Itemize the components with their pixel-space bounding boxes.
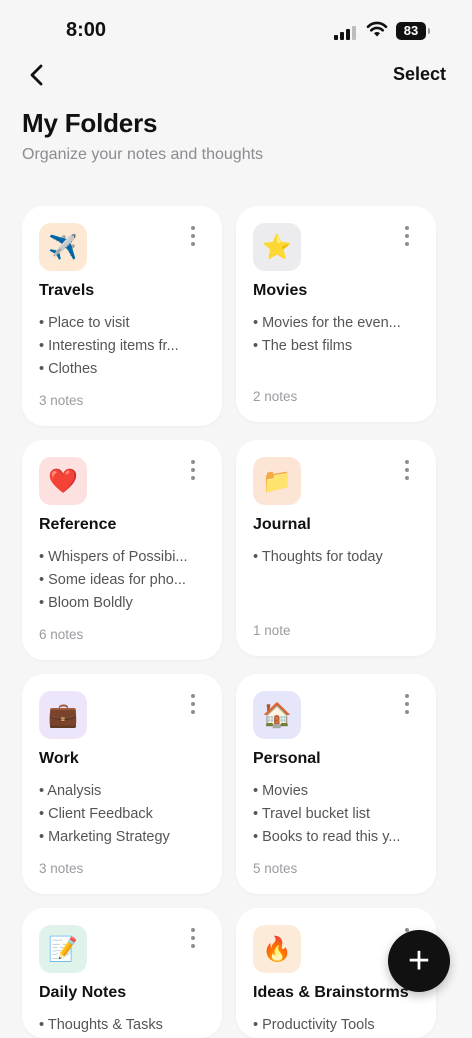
folder-card-personal[interactable]: 🏠 Personal • Movies • Travel bucket list… — [236, 674, 436, 894]
page-title: My Folders — [22, 108, 158, 138]
memo-icon: 📝 — [39, 925, 87, 973]
more-options-icon[interactable] — [188, 694, 198, 716]
star-icon: ⭐ — [253, 223, 301, 271]
folder-title: Daily Notes — [39, 984, 127, 1001]
more-options-icon[interactable] — [402, 460, 412, 482]
folder-preview-list: • Analysis • Client Feedback • Marketing… — [39, 780, 205, 849]
folder-preview-list: • Productivity Tools — [253, 1014, 419, 1037]
folder-preview-list: • Thoughts for today — [253, 546, 419, 569]
preview-item: • Some ideas for pho... — [39, 572, 186, 588]
folder-card-work[interactable]: 💼 Work • Analysis • Client Feedback • Ma… — [22, 674, 222, 894]
folder-card-movies[interactable]: ⭐ Movies • Movies for the even... • The … — [236, 206, 436, 422]
note-count: 3 notes — [39, 393, 84, 408]
folder-preview-list: • Whispers of Possibi... • Some ideas fo… — [39, 546, 205, 615]
more-options-icon[interactable] — [188, 928, 198, 950]
note-count: 3 notes — [39, 861, 84, 876]
page-subtitle: Organize your notes and thoughts — [22, 146, 264, 163]
note-count: 6 notes — [39, 627, 84, 642]
folder-card-daily-notes[interactable]: 📝 Daily Notes • Thoughts & Tasks — [22, 908, 222, 1038]
folder-card-reference[interactable]: ❤️ Reference • Whispers of Possibi... • … — [22, 440, 222, 660]
note-count: 2 notes — [253, 389, 298, 404]
preview-item: • Whispers of Possibi... — [39, 549, 188, 565]
preview-item: • Client Feedback — [39, 806, 153, 822]
preview-item: • Productivity Tools — [253, 1017, 375, 1033]
preview-item: • The best films — [253, 338, 353, 354]
preview-item: • Thoughts for today — [253, 549, 383, 565]
folder-card-travels[interactable]: ✈️ Travels • Place to visit • Interestin… — [22, 206, 222, 426]
add-folder-button[interactable]: + — [388, 930, 450, 992]
folder-preview-list: • Thoughts & Tasks — [39, 1014, 205, 1037]
fire-icon: 🔥 — [253, 925, 301, 973]
preview-item: • Analysis — [39, 783, 102, 799]
folder-title: Movies — [253, 282, 308, 299]
preview-item: • Books to read this y... — [253, 829, 401, 845]
preview-item: • Movies for the even... — [253, 315, 401, 331]
folder-icon: 📁 — [253, 457, 301, 505]
folder-preview-list: • Movies • Travel bucket list • Books to… — [253, 780, 419, 849]
wifi-icon — [366, 21, 388, 37]
airplane-icon: ✈️ — [39, 223, 87, 271]
select-button[interactable]: Select — [393, 64, 446, 85]
preview-item: • Bloom Boldly — [39, 595, 133, 611]
preview-item: • Place to visit — [39, 315, 130, 331]
folder-card-journal[interactable]: 📁 Journal • Thoughts for today 1 note — [236, 440, 436, 656]
cellular-signal-icon — [334, 24, 358, 40]
heart-icon: ❤️ — [39, 457, 87, 505]
briefcase-icon: 💼 — [39, 691, 87, 739]
note-count: 1 note — [253, 623, 291, 638]
preview-item: • Thoughts & Tasks — [39, 1017, 163, 1033]
preview-item: • Clothes — [39, 361, 98, 377]
plus-icon: + — [407, 939, 431, 982]
back-chevron-icon[interactable] — [22, 60, 52, 90]
more-options-icon[interactable] — [402, 694, 412, 716]
more-options-icon[interactable] — [188, 226, 198, 248]
folder-preview-list: • Place to visit • Interesting items fr.… — [39, 312, 205, 381]
folder-title: Ideas & Brainstorms — [253, 984, 409, 1001]
preview-item: • Movies — [253, 783, 309, 799]
preview-item: • Marketing Strategy — [39, 829, 170, 845]
battery-icon: 83 — [396, 22, 430, 40]
status-bar: 8:00 83 — [0, 0, 472, 60]
folder-title: Travels — [39, 282, 95, 299]
folder-preview-list: • Movies for the even... • The best film… — [253, 312, 419, 358]
more-options-icon[interactable] — [188, 460, 198, 482]
folder-title: Reference — [39, 516, 117, 533]
status-time: 8:00 — [66, 19, 107, 41]
folder-title: Work — [39, 750, 79, 767]
preview-item: • Travel bucket list — [253, 806, 371, 822]
note-count: 5 notes — [253, 861, 298, 876]
preview-item: • Interesting items fr... — [39, 338, 179, 354]
more-options-icon[interactable] — [402, 226, 412, 248]
folder-title: Journal — [253, 516, 311, 533]
folder-title: Personal — [253, 750, 321, 767]
house-icon: 🏠 — [253, 691, 301, 739]
